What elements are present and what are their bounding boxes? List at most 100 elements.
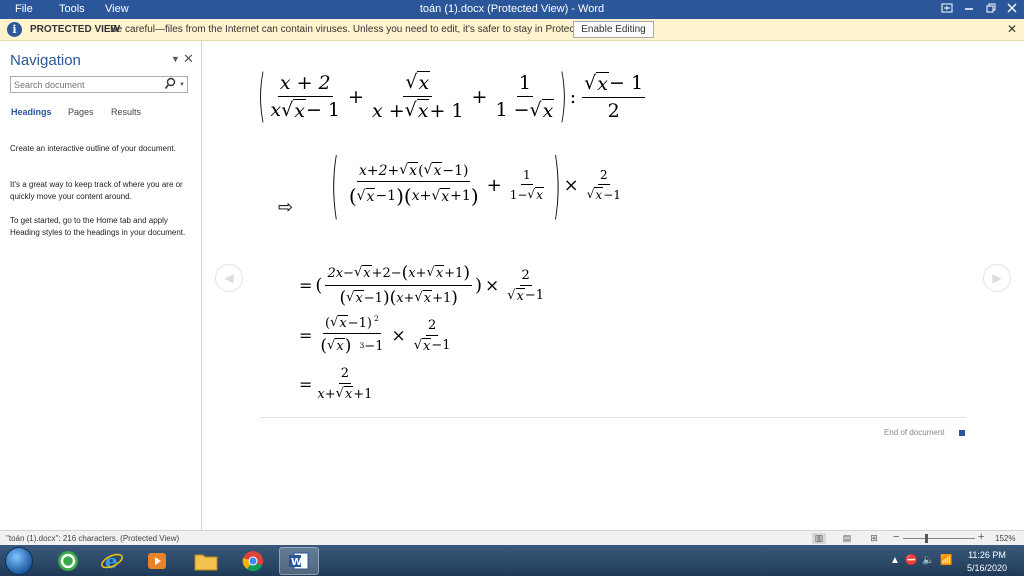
sqrt: √ x bbox=[431, 187, 451, 205]
taskbar: e W ▲ ⛔ 🔈 📶 11:26 PM 5/16/2020 bbox=[0, 545, 1024, 576]
sqrt: √ x bbox=[353, 265, 372, 281]
math-operator: × bbox=[563, 174, 579, 196]
show-hidden-icons-icon[interactable]: ▲ bbox=[890, 555, 900, 566]
end-of-document-label: End of document bbox=[884, 428, 945, 437]
word-icon[interactable]: W bbox=[279, 547, 319, 575]
minimize-icon[interactable] bbox=[958, 1, 980, 17]
math-text: 1 bbox=[522, 168, 531, 182]
math-text: −1 bbox=[375, 188, 397, 204]
math-text: x bbox=[596, 71, 609, 95]
math-text: −1 bbox=[524, 288, 545, 303]
math-text: 2 bbox=[373, 313, 379, 323]
close-icon[interactable]: ✕ bbox=[183, 51, 194, 67]
start-orb[interactable] bbox=[5, 547, 33, 575]
svg-text:e: e bbox=[105, 549, 118, 573]
math-text: x bbox=[362, 265, 372, 281]
math-text: 1 − bbox=[495, 99, 530, 121]
zoom-slider-thumb[interactable] bbox=[924, 534, 928, 543]
navigation-help-text: Create an interactive outline of your do… bbox=[10, 144, 176, 153]
math-text: + 1 bbox=[429, 99, 464, 122]
math-text: −1 bbox=[431, 338, 451, 353]
clock-date[interactable]: 5/16/2020 bbox=[957, 563, 1017, 573]
sqrt: √ x bbox=[404, 99, 430, 122]
sqrt: √ x bbox=[426, 265, 445, 281]
sqrt: √ x bbox=[414, 290, 433, 306]
math-operator: × bbox=[485, 275, 500, 296]
protected-view-message: Be careful—files from the Internet can c… bbox=[110, 24, 615, 35]
math-text: +1 bbox=[444, 265, 464, 281]
math-text: x bbox=[417, 71, 431, 94]
sqrt: √ x bbox=[529, 98, 555, 122]
file-explorer-icon[interactable] bbox=[186, 547, 226, 575]
close-icon[interactable]: ✕ bbox=[1007, 22, 1017, 36]
protected-view-bar: i PROTECTED VIEW Be careful—files from t… bbox=[0, 19, 1024, 41]
search-input[interactable] bbox=[10, 76, 188, 93]
sqrt: √ x bbox=[327, 338, 345, 354]
chevron-down-icon[interactable]: ▼ bbox=[179, 82, 185, 88]
math-text: x bbox=[434, 265, 445, 281]
math-operator: + bbox=[348, 85, 364, 108]
media-player-icon[interactable] bbox=[137, 547, 177, 575]
math-text: x bbox=[343, 386, 354, 402]
math-operator: : bbox=[569, 85, 577, 108]
math-operator: × bbox=[391, 325, 406, 346]
math-text: x bbox=[293, 98, 306, 122]
sqrt: √ x bbox=[281, 98, 306, 122]
clock-time[interactable]: 11:26 PM bbox=[957, 550, 1017, 560]
previous-page-icon[interactable]: ◀ bbox=[215, 264, 243, 292]
math-text: 2 bbox=[340, 366, 350, 381]
volume-icon[interactable]: 🔈 bbox=[922, 555, 934, 566]
network-warning-icon[interactable]: ⛔ bbox=[905, 555, 917, 566]
math-text: x bbox=[432, 162, 443, 179]
maximize-icon[interactable] bbox=[980, 1, 1002, 17]
cleaner-icon[interactable] bbox=[48, 547, 88, 575]
web-layout-icon[interactable]: ⊞ bbox=[867, 533, 881, 544]
math-text: +2− bbox=[371, 265, 402, 281]
math-text: x bbox=[416, 99, 430, 122]
navigation-pane: Navigation ▼ ✕ ▼ Headings Pages Results … bbox=[0, 41, 202, 530]
zoom-out-button[interactable]: − bbox=[893, 531, 899, 543]
zoom-level[interactable]: 152% bbox=[995, 534, 1015, 543]
zoom-slider[interactable] bbox=[903, 538, 975, 539]
tab-headings[interactable]: Headings bbox=[11, 107, 52, 117]
status-bar: "toán (1).docx": 216 characters. (Protec… bbox=[0, 530, 1024, 545]
equation-2: ( x+2+ √x ( √x −1 ) ( √x −1 )( x+ √x bbox=[331, 141, 621, 229]
math-text: 2 bbox=[427, 317, 437, 333]
tab-pages[interactable]: Pages bbox=[68, 107, 94, 117]
tab-results[interactable]: Results bbox=[111, 107, 141, 117]
signal-icon[interactable]: 📶 bbox=[940, 555, 952, 566]
math-text: x + bbox=[371, 99, 405, 122]
math-operator: = bbox=[299, 276, 313, 295]
read-mode-icon[interactable]: ▥ bbox=[812, 533, 826, 544]
left-paren: ( bbox=[258, 63, 266, 130]
math-text: x bbox=[335, 338, 345, 354]
title-bar: File Tools View toán (1).docx (Protected… bbox=[0, 0, 1024, 19]
sqrt: √ x bbox=[399, 162, 419, 179]
math-text: x bbox=[440, 187, 451, 205]
equation-1: ( x + 2 x √ x − 1 + √ x x + √ x + 1 + 1 … bbox=[258, 64, 648, 130]
zoom-in-button[interactable]: + bbox=[978, 531, 984, 543]
internet-explorer-icon[interactable]: e bbox=[92, 547, 132, 575]
math-text: x bbox=[594, 187, 604, 202]
divider bbox=[260, 417, 966, 418]
next-page-icon[interactable]: ▶ bbox=[983, 264, 1011, 292]
search-icon[interactable] bbox=[164, 77, 176, 91]
chrome-icon[interactable] bbox=[233, 547, 273, 575]
equation-4: = ( √ x −1) 2 ( √ x ) 3 −1 × 2 √ x −1 bbox=[299, 313, 451, 357]
print-layout-icon[interactable]: ▤ bbox=[840, 533, 854, 544]
equation-3: = ( 2x− √ x +2− ( x+ √ x +1 ) ( √ x −1 )( bbox=[299, 263, 545, 308]
math-text: x+ bbox=[411, 188, 432, 204]
restore-ribbon-icon[interactable] bbox=[936, 1, 958, 17]
enable-editing-button[interactable]: Enable Editing bbox=[573, 21, 654, 38]
end-of-document-marker-icon bbox=[959, 430, 965, 436]
math-text: ) bbox=[474, 275, 482, 296]
math-text: x bbox=[541, 98, 555, 122]
math-text: 1− bbox=[509, 187, 528, 202]
math-text: x bbox=[422, 290, 433, 306]
math-text: 2 bbox=[600, 168, 608, 182]
math-text: x bbox=[535, 187, 544, 202]
document-area[interactable]: ◀ ▶ ( x + 2 x √x − 1 + √x x + √x + 1 bbox=[203, 41, 1024, 530]
chevron-down-icon[interactable]: ▼ bbox=[171, 54, 180, 64]
close-icon[interactable] bbox=[1001, 1, 1023, 17]
math-text: x bbox=[422, 337, 432, 354]
